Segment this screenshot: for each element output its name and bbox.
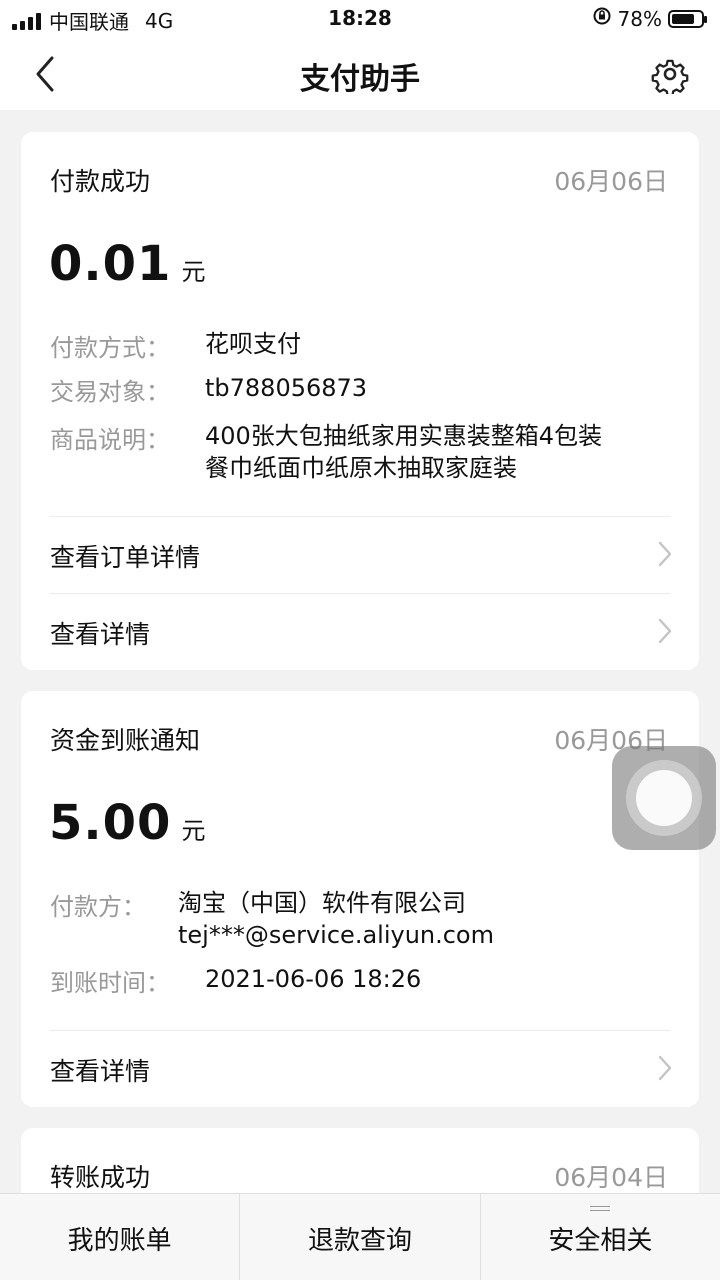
tab-refund-query[interactable]: 退款查询	[239, 1194, 479, 1280]
amount: 0.01 元	[49, 236, 206, 292]
card-title: 资金到账通知	[50, 726, 201, 755]
row-label: 交易对象：	[50, 378, 170, 406]
amount-unit: 元	[181, 258, 207, 286]
card-title: 付款成功	[50, 167, 151, 196]
link-label: 查看详情	[50, 620, 151, 649]
card-date: 06月06日	[554, 167, 668, 196]
chevron-right-icon	[658, 1055, 672, 1081]
battery-icon	[668, 9, 707, 28]
link-label: 查看详情	[50, 1057, 151, 1086]
divider	[50, 593, 670, 594]
row-value: 2021-06-06 18:26	[205, 965, 422, 993]
row-value: 400张大包抽纸家用实惠装整箱4包装 餐巾纸面巾纸原木抽取家庭装	[205, 420, 602, 484]
chevron-right-icon	[658, 618, 672, 644]
tab-security[interactable]: 安全相关	[479, 1194, 720, 1280]
card-title: 转账成功	[50, 1163, 151, 1192]
row-value: 花呗支付	[205, 330, 301, 358]
info-row-payment-method: 付款方式： 花呗支付	[50, 328, 301, 363]
page-title: 支付助手	[300, 62, 420, 97]
row-label: 付款方：	[50, 893, 146, 921]
nav-bar: 支付助手	[0, 38, 720, 110]
info-row-payer: 付款方： 淘宝（中国）软件有限公司 tej***@service.aliyun.…	[50, 887, 494, 951]
message-list[interactable]: 付款成功 06月06日 0.01 元 付款方式： 花呗支付 交易对象： tb788…	[0, 110, 720, 1193]
view-details-link[interactable]: 查看详情	[21, 593, 699, 670]
row-value-line: 餐巾纸面巾纸原木抽取家庭装	[205, 454, 517, 482]
status-bar: 中国联通 4G 18:28 78%	[0, 0, 720, 38]
row-label: 商品说明：	[50, 426, 170, 454]
row-label: 付款方式：	[50, 334, 170, 362]
amount-value: 5.00	[49, 795, 172, 851]
gear-icon[interactable]	[650, 54, 690, 97]
amount-unit: 元	[181, 817, 207, 845]
info-row-description: 商品说明： 400张大包抽纸家用实惠装整箱4包装 餐巾纸面巾纸原木抽取家庭装	[50, 420, 602, 484]
menu-lines-icon	[590, 1206, 611, 1214]
row-label: 到账时间：	[50, 969, 170, 997]
tab-label: 安全相关	[548, 1226, 653, 1256]
amount-value: 0.01	[49, 236, 172, 292]
rotation-lock-icon	[592, 6, 612, 31]
divider	[50, 1030, 670, 1031]
row-value-line: tej***@service.aliyun.com	[178, 921, 494, 949]
chevron-right-icon	[658, 541, 672, 567]
link-label: 查看订单详情	[50, 543, 201, 572]
info-row-arrival-time: 到账时间： 2021-06-06 18:26	[50, 963, 421, 998]
payment-success-card: 付款成功 06月06日 0.01 元 付款方式： 花呗支付 交易对象： tb788…	[21, 132, 699, 670]
battery-percent: 78%	[617, 6, 662, 31]
row-value-line: 400张大包抽纸家用实惠装整箱4包装	[205, 422, 603, 450]
view-order-details-link[interactable]: 查看订单详情	[21, 516, 699, 593]
view-details-link[interactable]: 查看详情	[21, 1030, 699, 1107]
row-value: 淘宝（中国）软件有限公司 tej***@service.aliyun.com	[178, 887, 494, 951]
row-value: tb788056873	[205, 374, 368, 402]
row-value-line: 淘宝（中国）软件有限公司	[178, 889, 466, 917]
info-row-counterparty: 交易对象： tb788056873	[50, 372, 367, 407]
amount: 5.00 元	[49, 795, 206, 851]
bottom-tab-bar: 我的账单 退款查询 安全相关	[0, 1193, 720, 1280]
tab-my-bills[interactable]: 我的账单	[0, 1194, 239, 1280]
card-date: 06月04日	[554, 1163, 668, 1192]
assistive-touch-button[interactable]	[612, 746, 716, 850]
transfer-success-card: 转账成功 06月04日	[21, 1128, 699, 1193]
funds-received-card: 资金到账通知 06月06日 5.00 元 付款方： 淘宝（中国）软件有限公司 te…	[21, 691, 699, 1107]
status-right: 78%	[592, 6, 707, 31]
divider	[50, 516, 670, 517]
